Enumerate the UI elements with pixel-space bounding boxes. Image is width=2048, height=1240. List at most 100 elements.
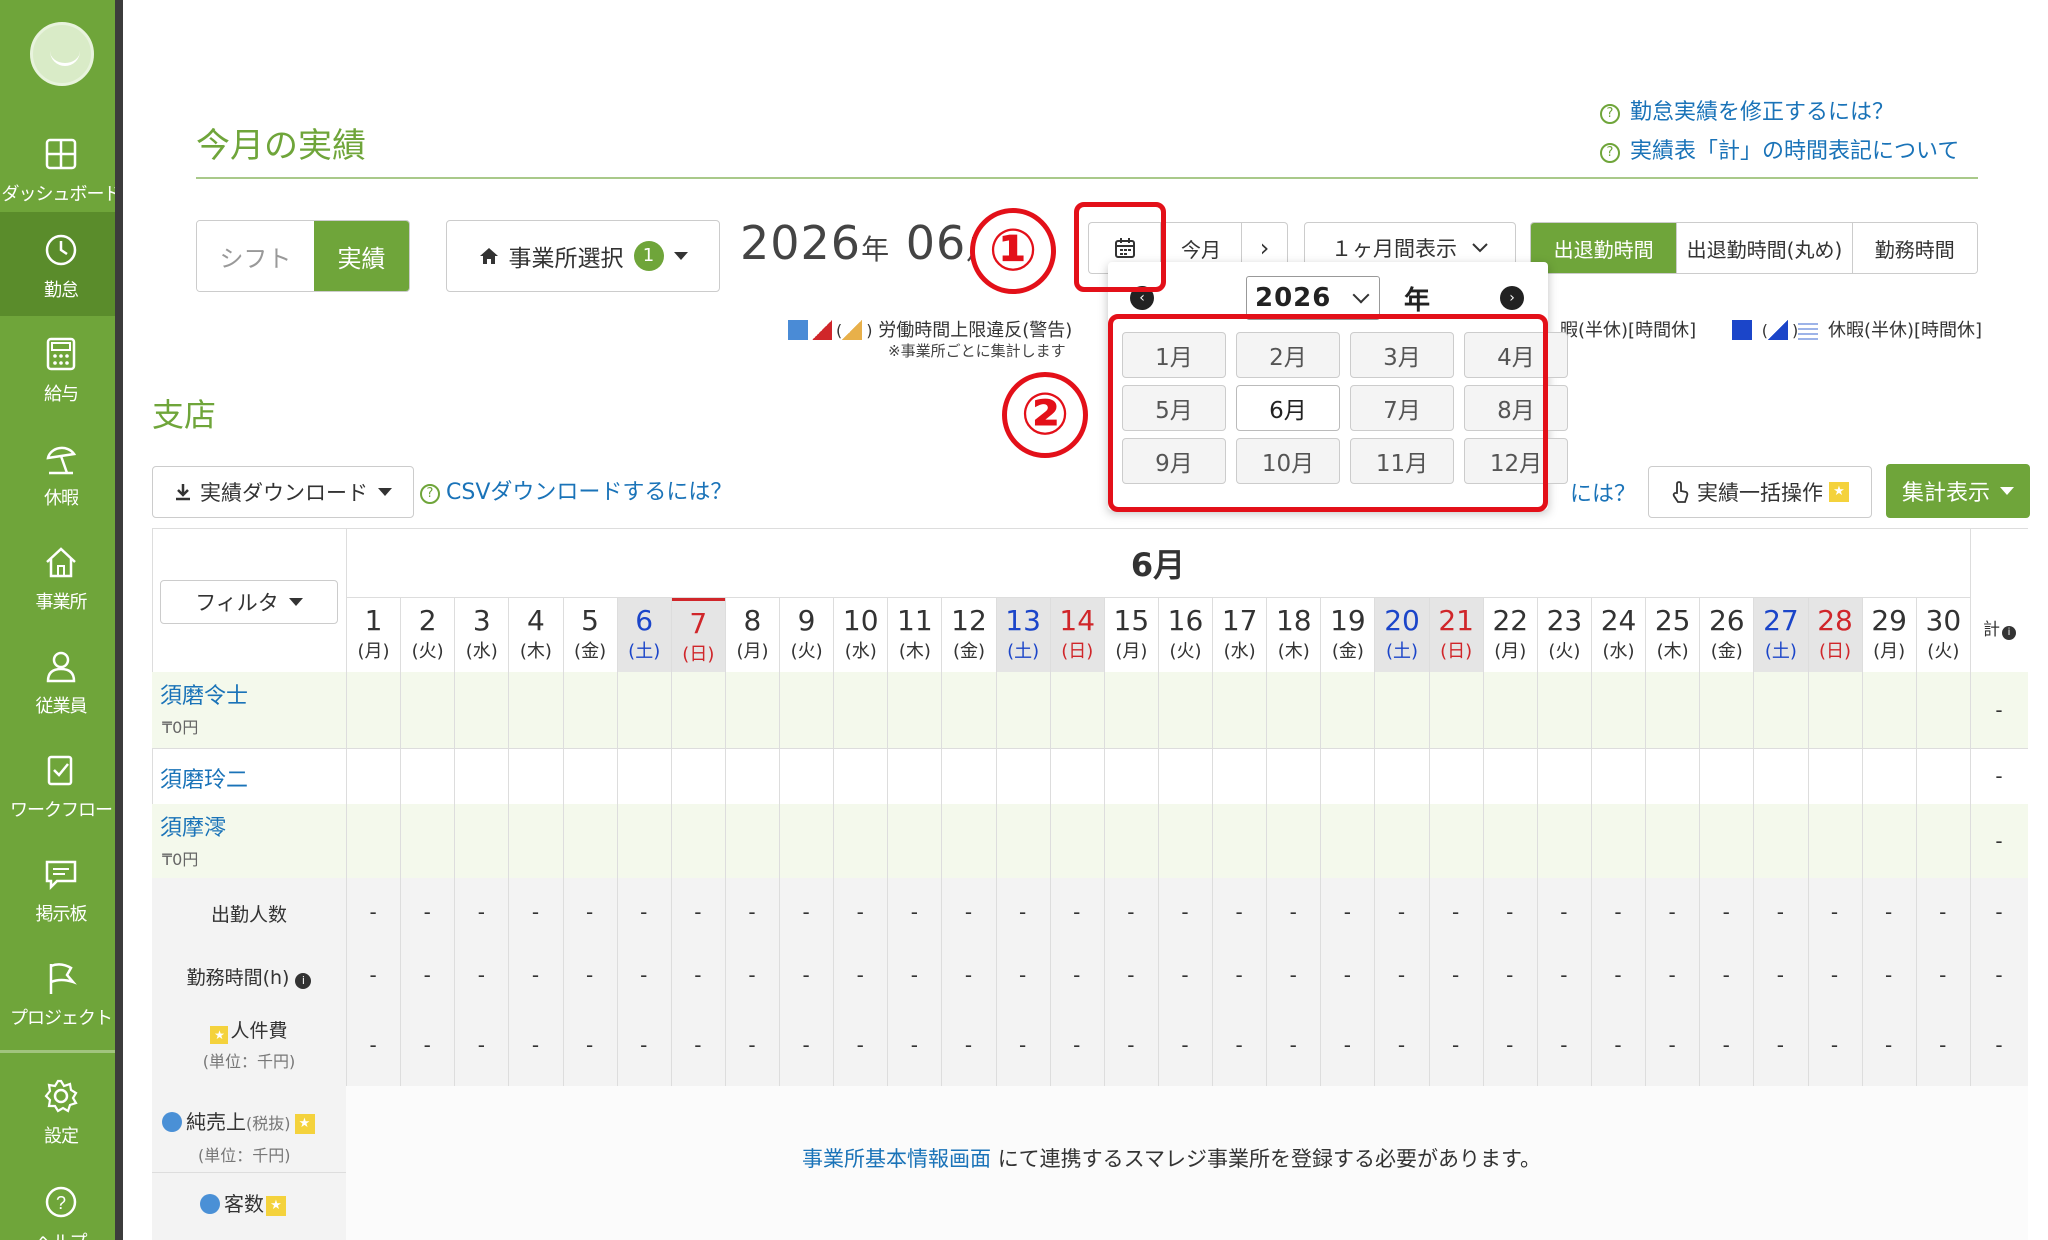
summary-cell: - — [1560, 900, 1568, 924]
day-weekday: (月) — [736, 641, 769, 662]
employee-name-link[interactable]: 須磨令士 — [160, 678, 248, 710]
day-header[interactable]: 12 (金) — [941, 598, 995, 672]
day-header[interactable]: 25 (木) — [1645, 598, 1699, 672]
next-year-button[interactable]: › — [1500, 286, 1524, 310]
day-weekday: (日) — [1819, 641, 1852, 662]
csv-help-text: CSVダウンロードするには？ — [446, 480, 733, 505]
summary-row-label-text: 出勤人数 — [210, 904, 287, 926]
edit-help-link[interactable]: には？ — [1570, 476, 1636, 508]
summary-cell: - — [1235, 963, 1243, 987]
day-header[interactable]: 30 (火) — [1915, 598, 1970, 672]
sidebar-item-settings[interactable]: 設定 — [0, 1058, 122, 1162]
day-weekday: (金) — [574, 641, 607, 662]
employee-name-link[interactable]: 須摩澪 — [160, 810, 226, 842]
help-icon: ? — [45, 1186, 77, 1218]
notice-text: にて連携するスマレジ事業所を登録する必要があります。 — [997, 1147, 1541, 1171]
bulk-operation-button[interactable]: 実績一括操作 ★ — [1648, 466, 1872, 518]
calculator-icon — [46, 337, 76, 371]
premium-star-icon: ★ — [1829, 482, 1849, 502]
day-header[interactable]: 9 (火) — [779, 598, 833, 672]
day-header[interactable]: 29 (月) — [1861, 598, 1916, 672]
employee-name-link[interactable]: 須磨玲二 — [160, 762, 248, 794]
day-header[interactable]: 22 (月) — [1482, 598, 1537, 672]
column-divider — [1915, 598, 1917, 1086]
summary-cell: - — [1830, 1033, 1839, 1057]
logo[interactable] — [30, 22, 94, 86]
sidebar-item-leave[interactable]: 休暇 — [0, 420, 122, 524]
day-header[interactable]: 6 (土) — [616, 598, 671, 672]
day-weekday: (月) — [1115, 641, 1148, 662]
day-number: 27 — [1763, 604, 1799, 637]
sidebar-item-dashboard[interactable]: ダッシュボード — [0, 116, 122, 220]
day-header[interactable]: 3 (水) — [454, 598, 508, 672]
day-header[interactable]: 24 (水) — [1590, 598, 1645, 672]
sidebar-item-attendance[interactable]: 勤怠 — [0, 212, 122, 316]
day-header[interactable]: 26 (金) — [1699, 598, 1753, 672]
day-header[interactable]: 4 (木) — [508, 598, 562, 672]
sidebar-label: 給与 — [44, 384, 79, 405]
day-weekday: (日) — [1440, 641, 1473, 662]
day-header[interactable]: 18 (木) — [1266, 598, 1320, 672]
caret-down-icon — [288, 598, 303, 606]
column-divider — [1482, 598, 1484, 1086]
download-actuals-button[interactable]: 実績ダウンロード — [152, 466, 414, 518]
summary-cell: - — [1506, 900, 1514, 924]
table-row: 須摩澪 ₸0円 - — [152, 804, 2028, 878]
day-number: 6 — [635, 604, 654, 637]
office-info-link[interactable]: 事業所基本情報画面 — [802, 1147, 991, 1171]
day-header[interactable]: 10 (水) — [833, 598, 887, 672]
tab-work-hours[interactable]: 勤務時間 — [1851, 223, 1977, 273]
summary-cell: - — [1289, 1033, 1297, 1057]
filter-button[interactable]: フィルタ — [160, 580, 338, 624]
column-divider — [1969, 598, 1971, 1086]
office-select-button[interactable]: 事業所選択 1 — [446, 220, 720, 292]
day-weekday: (日) — [682, 644, 715, 665]
column-divider — [941, 598, 943, 1086]
sidebar-item-help[interactable]: ? ヘルプ — [0, 1164, 122, 1240]
day-header[interactable]: 7 (日) — [670, 598, 725, 672]
help-link-edit-attendance[interactable]: ? 勤怠実績を修正するには？ — [1600, 94, 1894, 126]
day-header[interactable]: 19 (金) — [1320, 598, 1374, 672]
sidebar-item-employees[interactable]: 従業員 — [0, 628, 122, 732]
day-number: 25 — [1654, 604, 1691, 637]
legend-warning-label: 労働時間上限違反(警告) — [878, 320, 1073, 341]
day-header[interactable]: 15 (月) — [1103, 598, 1158, 672]
day-header[interactable]: 28 (日) — [1807, 598, 1862, 672]
day-number: 3 — [472, 604, 491, 637]
day-header[interactable]: 17 (水) — [1212, 598, 1266, 672]
sidebar-scrollbar[interactable] — [115, 0, 123, 1240]
period-month: 06 — [905, 216, 967, 270]
summary-view-button[interactable]: 集計表示 — [1886, 464, 2030, 518]
day-header[interactable]: 5 (金) — [562, 598, 617, 672]
day-header[interactable]: 16 (火) — [1157, 598, 1212, 672]
day-header[interactable]: 21 (日) — [1428, 598, 1483, 672]
sidebar-item-project[interactable]: プロジェクト — [0, 940, 122, 1044]
sidebar-item-payroll[interactable]: 給与 — [0, 316, 122, 420]
tab-clock-times-rounded[interactable]: 出退勤時間(丸め) — [1676, 223, 1852, 273]
day-weekday: (火) — [1548, 641, 1581, 662]
day-header[interactable]: 27 (土) — [1753, 598, 1808, 672]
sidebar-item-board[interactable]: 掲示板 — [0, 836, 122, 940]
office-select-label: 事業所選択 — [508, 246, 624, 272]
column-divider — [887, 598, 889, 1086]
sidebar-item-workflow[interactable]: ワークフロー — [0, 732, 122, 836]
summary-cell: - — [1343, 963, 1351, 987]
day-header[interactable]: 8 (月) — [724, 598, 779, 672]
csv-help-link[interactable]: ? CSVダウンロードするには？ — [420, 474, 732, 506]
help-link-total-notation[interactable]: ? 実績表「計」の時間表記について — [1600, 133, 1959, 165]
day-header[interactable]: 11 (木) — [887, 598, 941, 672]
table-row: 須磨令士 ₸0円 - — [152, 672, 2028, 748]
summary-total: - — [1995, 900, 2003, 924]
day-header[interactable]: 2 (火) — [400, 598, 454, 672]
day-header[interactable]: 20 (土) — [1374, 598, 1429, 672]
day-header[interactable]: 14 (日) — [1049, 598, 1104, 672]
sidebar-item-office[interactable]: 事業所 — [0, 524, 122, 628]
day-header[interactable]: 1 (月) — [346, 598, 400, 672]
summary-cell: - — [369, 963, 377, 987]
day-header[interactable]: 13 (土) — [995, 598, 1050, 672]
summary-cell: - — [423, 900, 431, 924]
day-header[interactable]: 23 (火) — [1536, 598, 1591, 672]
actual-tab[interactable]: 実績 — [313, 221, 409, 291]
tab-clock-times[interactable]: 出退勤時間 — [1531, 223, 1677, 273]
shift-tab[interactable]: シフト — [197, 221, 314, 291]
